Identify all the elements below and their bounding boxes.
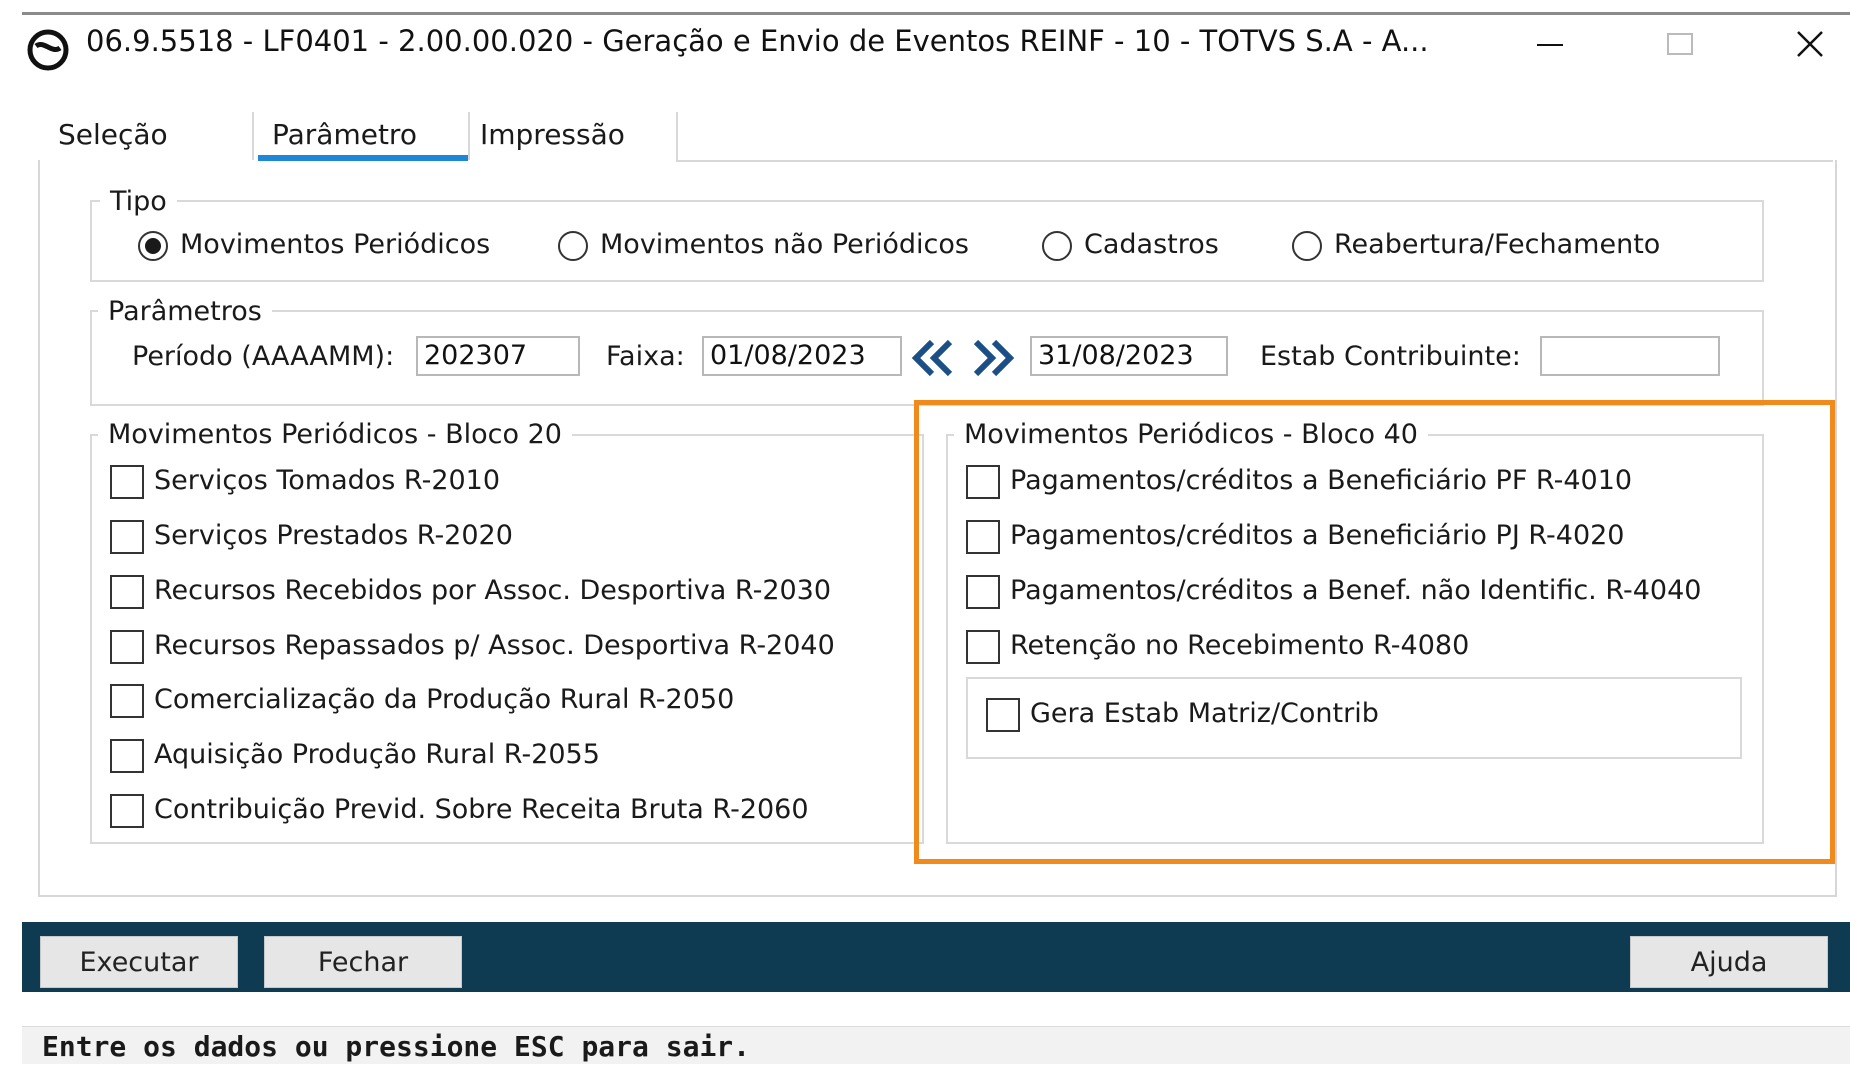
- checkbox-r2050[interactable]: [110, 684, 144, 718]
- tab-separator: [252, 112, 254, 160]
- tab-separator: [468, 112, 470, 160]
- fechar-button[interactable]: Fechar: [264, 936, 462, 988]
- checkbox-r2020[interactable]: [110, 520, 144, 554]
- checkbox-r2030[interactable]: [110, 575, 144, 609]
- checkbox-label: Recursos Recebidos por Assoc. Desportiva…: [154, 575, 832, 606]
- maximize-icon: [1667, 33, 1693, 55]
- checkbox-label: Aquisição Produção Rural R-2055: [154, 739, 600, 770]
- radio-movimentos-periodicos[interactable]: [138, 231, 168, 261]
- double-chevron-right-icon[interactable]: [970, 338, 1016, 378]
- checkbox-label: Serviços Tomados R-2010: [154, 465, 501, 496]
- checkbox-label: Contribuição Previd. Sobre Receita Bruta…: [154, 794, 809, 825]
- radio-cadastros[interactable]: [1042, 231, 1072, 261]
- checkbox-r2010[interactable]: [110, 465, 144, 499]
- close-icon: [1797, 31, 1823, 57]
- periodo-input[interactable]: 202307: [416, 336, 580, 376]
- faixa-label: Faixa:: [606, 341, 685, 372]
- tipo-legend: Tipo: [100, 186, 177, 217]
- checkbox-r2040[interactable]: [110, 630, 144, 664]
- radio-reabertura-fechamento[interactable]: [1292, 231, 1322, 261]
- faixa-inicio-input[interactable]: 01/08/2023: [702, 336, 902, 376]
- executar-button[interactable]: Executar: [40, 936, 238, 988]
- checkbox-label: Serviços Prestados R-2020: [154, 520, 513, 551]
- radio-label: Cadastros: [1084, 229, 1219, 260]
- minimize-icon: [1537, 44, 1563, 46]
- tab-panel-border: [676, 160, 1833, 162]
- highlight-frame: [914, 400, 1835, 864]
- parametros-legend: Parâmetros: [98, 296, 272, 327]
- faixa-fim-input[interactable]: 31/08/2023: [1030, 336, 1228, 376]
- tab-parametro[interactable]: Parâmetro: [272, 118, 417, 151]
- estab-contribuinte-label: Estab Contribuinte:: [1260, 341, 1521, 372]
- tab-separator: [676, 112, 678, 160]
- tab-impressao[interactable]: Impressão: [480, 118, 625, 151]
- periodo-label: Período (AAAAMM):: [132, 341, 395, 372]
- radio-label: Movimentos Periódicos: [180, 229, 491, 260]
- status-text: Entre os dados ou pressione ESC para sai…: [42, 1030, 751, 1063]
- estab-contribuinte-input[interactable]: [1540, 336, 1720, 376]
- tab-selecao[interactable]: Seleção: [58, 118, 168, 151]
- radio-movimentos-nao-periodicos[interactable]: [558, 231, 588, 261]
- close-button[interactable]: [1780, 14, 1840, 74]
- bloco20-legend: Movimentos Periódicos - Bloco 20: [98, 419, 572, 450]
- radio-label: Reabertura/Fechamento: [1334, 229, 1661, 260]
- radio-label: Movimentos não Periódicos: [600, 229, 969, 260]
- checkbox-r2055[interactable]: [110, 739, 144, 773]
- double-chevron-left-icon[interactable]: [910, 338, 956, 378]
- window-title: 06.9.5518 - LF0401 - 2.00.00.020 - Geraç…: [86, 24, 1429, 58]
- ajuda-button[interactable]: Ajuda: [1630, 936, 1828, 988]
- checkbox-label: Recursos Repassados p/ Assoc. Desportiva…: [154, 630, 835, 661]
- minimize-button[interactable]: [1520, 14, 1580, 74]
- maximize-button[interactable]: [1650, 14, 1710, 74]
- checkbox-label: Comercialização da Produção Rural R-2050: [154, 684, 735, 715]
- checkbox-r2060[interactable]: [110, 794, 144, 828]
- app-logo-icon: [27, 29, 69, 71]
